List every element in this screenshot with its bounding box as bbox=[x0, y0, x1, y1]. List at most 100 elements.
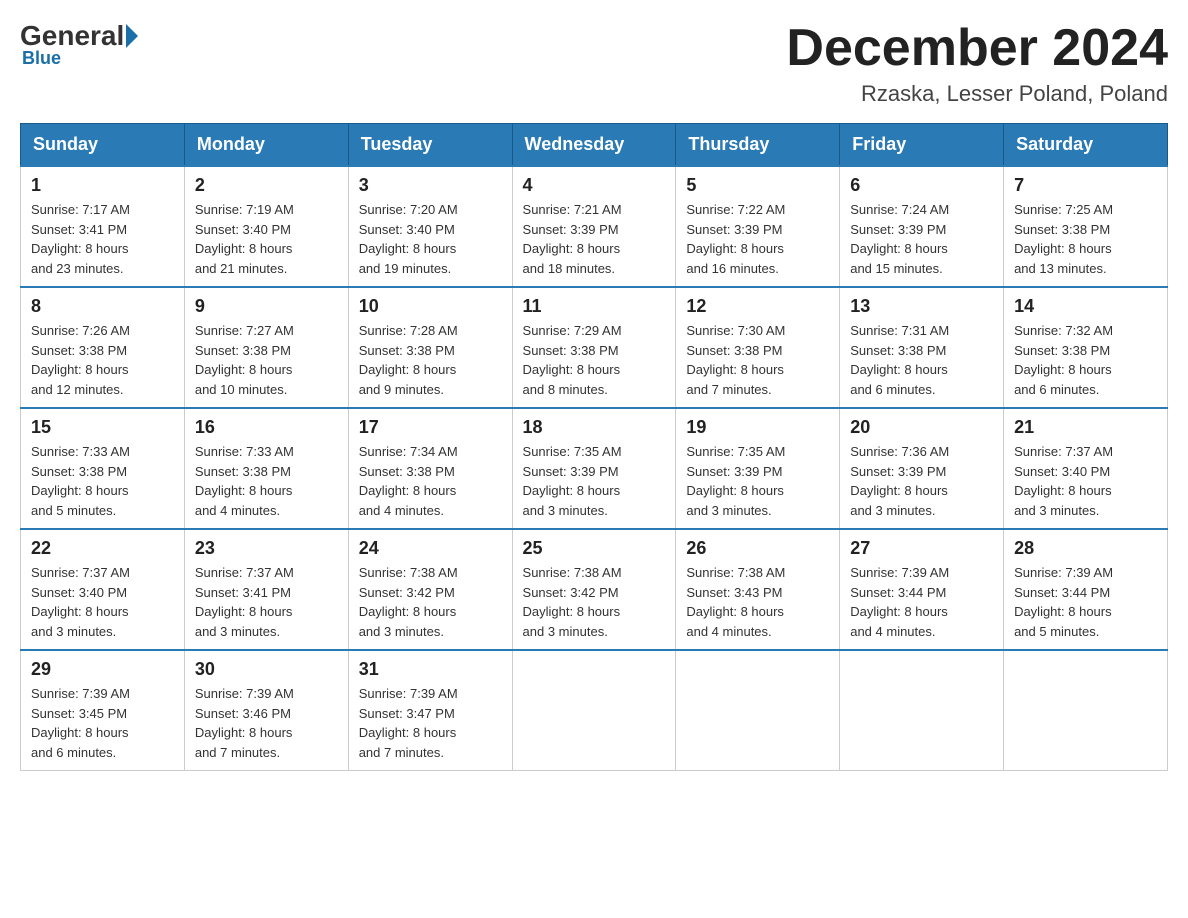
day-info: Sunrise: 7:28 AMSunset: 3:38 PMDaylight:… bbox=[359, 321, 502, 399]
col-friday: Friday bbox=[840, 124, 1004, 167]
calendar-week-5: 29 Sunrise: 7:39 AMSunset: 3:45 PMDayligh… bbox=[21, 650, 1168, 771]
calendar-week-1: 1 Sunrise: 7:17 AMSunset: 3:41 PMDaylight… bbox=[21, 166, 1168, 287]
day-number: 16 bbox=[195, 417, 338, 438]
day-info: Sunrise: 7:17 AMSunset: 3:41 PMDaylight:… bbox=[31, 200, 174, 278]
col-wednesday: Wednesday bbox=[512, 124, 676, 167]
col-saturday: Saturday bbox=[1004, 124, 1168, 167]
calendar-cell: 17Sunrise: 7:34 AMSunset: 3:38 PMDayligh… bbox=[348, 408, 512, 529]
calendar-cell: 8Sunrise: 7:26 AMSunset: 3:38 PMDaylight… bbox=[21, 287, 185, 408]
calendar-cell: 3 Sunrise: 7:20 AMSunset: 3:40 PMDaylight… bbox=[348, 166, 512, 287]
day-info: Sunrise: 7:30 AMSunset: 3:38 PMDaylight:… bbox=[686, 321, 829, 399]
day-info: Sunrise: 7:20 AMSunset: 3:40 PMDaylight:… bbox=[359, 200, 502, 278]
day-info: Sunrise: 7:37 AMSunset: 3:40 PMDaylight:… bbox=[1014, 442, 1157, 520]
day-number: 13 bbox=[850, 296, 993, 317]
calendar-week-4: 22 Sunrise: 7:37 AMSunset: 3:40 PMDayligh… bbox=[21, 529, 1168, 650]
day-number: 26 bbox=[686, 538, 829, 559]
day-info: Sunrise: 7:38 AMSunset: 3:42 PMDaylight:… bbox=[359, 563, 502, 641]
page-header: General Blue December 2024 Rzaska, Lesse… bbox=[20, 20, 1168, 107]
day-info: Sunrise: 7:37 AMSunset: 3:41 PMDaylight:… bbox=[195, 563, 338, 641]
day-info: Sunrise: 7:39 AMSunset: 3:44 PMDaylight:… bbox=[1014, 563, 1157, 641]
logo-arrow-icon bbox=[126, 24, 138, 48]
day-info: Sunrise: 7:19 AMSunset: 3:40 PMDaylight:… bbox=[195, 200, 338, 278]
col-thursday: Thursday bbox=[676, 124, 840, 167]
day-info: Sunrise: 7:33 AMSunset: 3:38 PMDaylight:… bbox=[31, 442, 174, 520]
calendar-cell: 27 Sunrise: 7:39 AMSunset: 3:44 PMDayligh… bbox=[840, 529, 1004, 650]
day-info: Sunrise: 7:35 AMSunset: 3:39 PMDaylight:… bbox=[686, 442, 829, 520]
day-number: 22 bbox=[31, 538, 174, 559]
calendar-table: Sunday Monday Tuesday Wednesday Thursday… bbox=[20, 123, 1168, 771]
calendar-cell: 18 Sunrise: 7:35 AMSunset: 3:39 PMDayligh… bbox=[512, 408, 676, 529]
day-info: Sunrise: 7:27 AMSunset: 3:38 PMDaylight:… bbox=[195, 321, 338, 399]
day-info: Sunrise: 7:38 AMSunset: 3:42 PMDaylight:… bbox=[523, 563, 666, 641]
day-number: 14 bbox=[1014, 296, 1157, 317]
calendar-cell: 29 Sunrise: 7:39 AMSunset: 3:45 PMDayligh… bbox=[21, 650, 185, 771]
calendar-cell: 30 Sunrise: 7:39 AMSunset: 3:46 PMDayligh… bbox=[184, 650, 348, 771]
calendar-cell: 24 Sunrise: 7:38 AMSunset: 3:42 PMDayligh… bbox=[348, 529, 512, 650]
day-info: Sunrise: 7:24 AMSunset: 3:39 PMDaylight:… bbox=[850, 200, 993, 278]
calendar-cell: 12 Sunrise: 7:30 AMSunset: 3:38 PMDayligh… bbox=[676, 287, 840, 408]
day-number: 8 bbox=[31, 296, 174, 317]
calendar-cell: 21 Sunrise: 7:37 AMSunset: 3:40 PMDayligh… bbox=[1004, 408, 1168, 529]
calendar-cell: 5Sunrise: 7:22 AMSunset: 3:39 PMDaylight… bbox=[676, 166, 840, 287]
calendar-week-2: 8Sunrise: 7:26 AMSunset: 3:38 PMDaylight… bbox=[21, 287, 1168, 408]
day-number: 4 bbox=[523, 175, 666, 196]
day-info: Sunrise: 7:38 AMSunset: 3:43 PMDaylight:… bbox=[686, 563, 829, 641]
day-number: 19 bbox=[686, 417, 829, 438]
day-number: 10 bbox=[359, 296, 502, 317]
calendar-cell: 9 Sunrise: 7:27 AMSunset: 3:38 PMDaylight… bbox=[184, 287, 348, 408]
calendar-header-row: Sunday Monday Tuesday Wednesday Thursday… bbox=[21, 124, 1168, 167]
day-info: Sunrise: 7:31 AMSunset: 3:38 PMDaylight:… bbox=[850, 321, 993, 399]
day-number: 7 bbox=[1014, 175, 1157, 196]
col-monday: Monday bbox=[184, 124, 348, 167]
day-number: 21 bbox=[1014, 417, 1157, 438]
day-info: Sunrise: 7:21 AMSunset: 3:39 PMDaylight:… bbox=[523, 200, 666, 278]
day-number: 29 bbox=[31, 659, 174, 680]
calendar-cell: 19 Sunrise: 7:35 AMSunset: 3:39 PMDayligh… bbox=[676, 408, 840, 529]
day-number: 28 bbox=[1014, 538, 1157, 559]
day-number: 18 bbox=[523, 417, 666, 438]
day-info: Sunrise: 7:36 AMSunset: 3:39 PMDaylight:… bbox=[850, 442, 993, 520]
day-number: 1 bbox=[31, 175, 174, 196]
calendar-cell: 1 Sunrise: 7:17 AMSunset: 3:41 PMDaylight… bbox=[21, 166, 185, 287]
day-number: 9 bbox=[195, 296, 338, 317]
day-number: 23 bbox=[195, 538, 338, 559]
month-title: December 2024 bbox=[786, 20, 1168, 77]
calendar-cell: 2 Sunrise: 7:19 AMSunset: 3:40 PMDaylight… bbox=[184, 166, 348, 287]
day-info: Sunrise: 7:39 AMSunset: 3:45 PMDaylight:… bbox=[31, 684, 174, 762]
calendar-cell bbox=[676, 650, 840, 771]
day-number: 27 bbox=[850, 538, 993, 559]
location-subtitle: Rzaska, Lesser Poland, Poland bbox=[786, 81, 1168, 107]
calendar-cell: 22 Sunrise: 7:37 AMSunset: 3:40 PMDayligh… bbox=[21, 529, 185, 650]
calendar-cell: 10 Sunrise: 7:28 AMSunset: 3:38 PMDayligh… bbox=[348, 287, 512, 408]
calendar-cell: 25Sunrise: 7:38 AMSunset: 3:42 PMDayligh… bbox=[512, 529, 676, 650]
calendar-cell: 26 Sunrise: 7:38 AMSunset: 3:43 PMDayligh… bbox=[676, 529, 840, 650]
calendar-cell: 6Sunrise: 7:24 AMSunset: 3:39 PMDaylight… bbox=[840, 166, 1004, 287]
day-info: Sunrise: 7:25 AMSunset: 3:38 PMDaylight:… bbox=[1014, 200, 1157, 278]
day-info: Sunrise: 7:39 AMSunset: 3:44 PMDaylight:… bbox=[850, 563, 993, 641]
day-info: Sunrise: 7:35 AMSunset: 3:39 PMDaylight:… bbox=[523, 442, 666, 520]
calendar-week-3: 15 Sunrise: 7:33 AMSunset: 3:38 PMDayligh… bbox=[21, 408, 1168, 529]
day-info: Sunrise: 7:37 AMSunset: 3:40 PMDaylight:… bbox=[31, 563, 174, 641]
calendar-cell: 7 Sunrise: 7:25 AMSunset: 3:38 PMDaylight… bbox=[1004, 166, 1168, 287]
calendar-cell bbox=[1004, 650, 1168, 771]
day-number: 30 bbox=[195, 659, 338, 680]
day-number: 24 bbox=[359, 538, 502, 559]
day-number: 5 bbox=[686, 175, 829, 196]
day-number: 2 bbox=[195, 175, 338, 196]
calendar-cell: 31 Sunrise: 7:39 AMSunset: 3:47 PMDayligh… bbox=[348, 650, 512, 771]
day-number: 3 bbox=[359, 175, 502, 196]
title-section: December 2024 Rzaska, Lesser Poland, Pol… bbox=[786, 20, 1168, 107]
day-info: Sunrise: 7:33 AMSunset: 3:38 PMDaylight:… bbox=[195, 442, 338, 520]
day-info: Sunrise: 7:29 AMSunset: 3:38 PMDaylight:… bbox=[523, 321, 666, 399]
day-info: Sunrise: 7:39 AMSunset: 3:46 PMDaylight:… bbox=[195, 684, 338, 762]
calendar-cell: 14Sunrise: 7:32 AMSunset: 3:38 PMDayligh… bbox=[1004, 287, 1168, 408]
calendar-cell: 23 Sunrise: 7:37 AMSunset: 3:41 PMDayligh… bbox=[184, 529, 348, 650]
calendar-cell: 11Sunrise: 7:29 AMSunset: 3:38 PMDayligh… bbox=[512, 287, 676, 408]
day-number: 31 bbox=[359, 659, 502, 680]
col-sunday: Sunday bbox=[21, 124, 185, 167]
calendar-cell: 16 Sunrise: 7:33 AMSunset: 3:38 PMDayligh… bbox=[184, 408, 348, 529]
day-info: Sunrise: 7:34 AMSunset: 3:38 PMDaylight:… bbox=[359, 442, 502, 520]
day-info: Sunrise: 7:39 AMSunset: 3:47 PMDaylight:… bbox=[359, 684, 502, 762]
day-number: 12 bbox=[686, 296, 829, 317]
day-number: 15 bbox=[31, 417, 174, 438]
